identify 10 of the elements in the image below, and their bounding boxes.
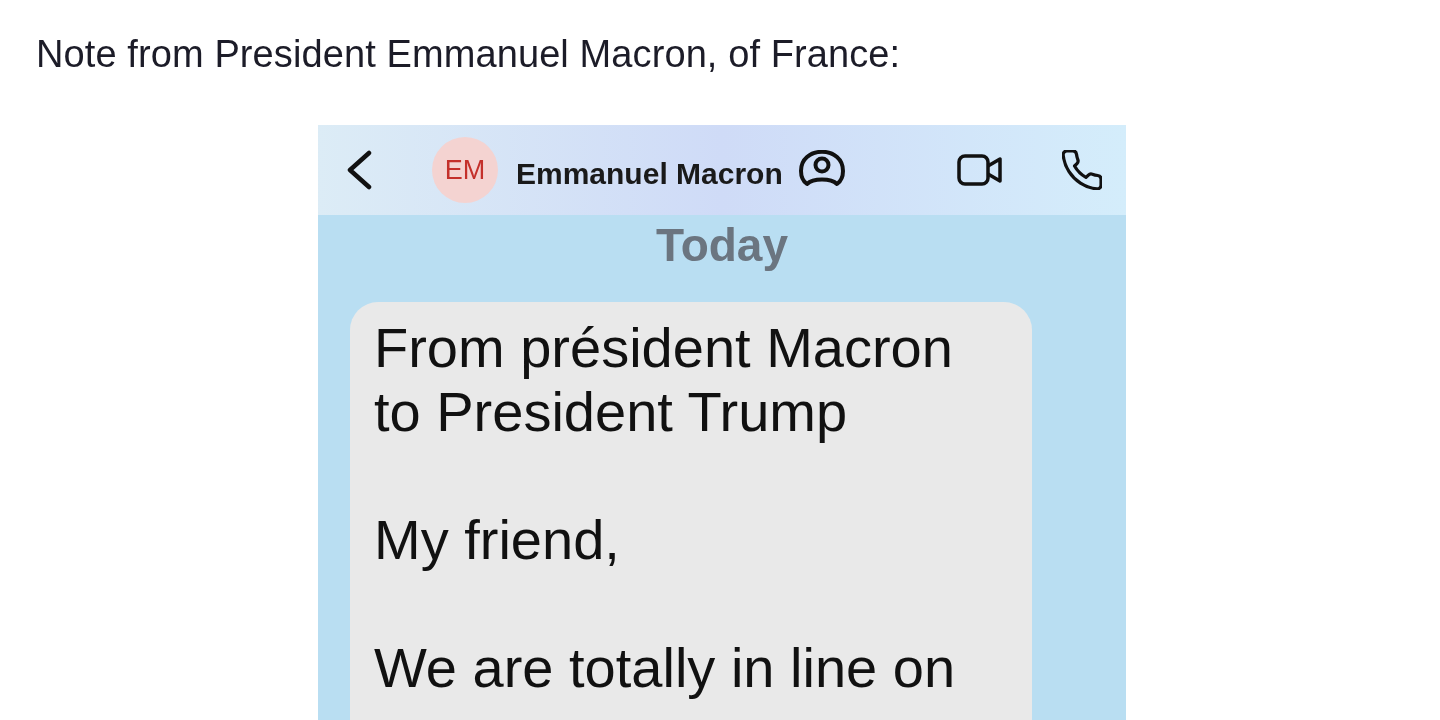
back-icon[interactable] bbox=[345, 150, 373, 190]
message-text: We are totally in line on bbox=[374, 636, 957, 700]
message-text: From président Macron to President Trump bbox=[374, 316, 954, 444]
phone-icon[interactable] bbox=[1061, 150, 1102, 190]
avatar: EM bbox=[432, 137, 498, 203]
date-label: Today bbox=[655, 219, 789, 273]
video-camera-icon[interactable] bbox=[956, 154, 1003, 186]
message-text: My friend, bbox=[374, 508, 621, 572]
intro-text: Note from President Emmanuel Macron, of France: bbox=[36, 32, 901, 76]
contact-name: Emmanuel Macron bbox=[516, 159, 783, 189]
